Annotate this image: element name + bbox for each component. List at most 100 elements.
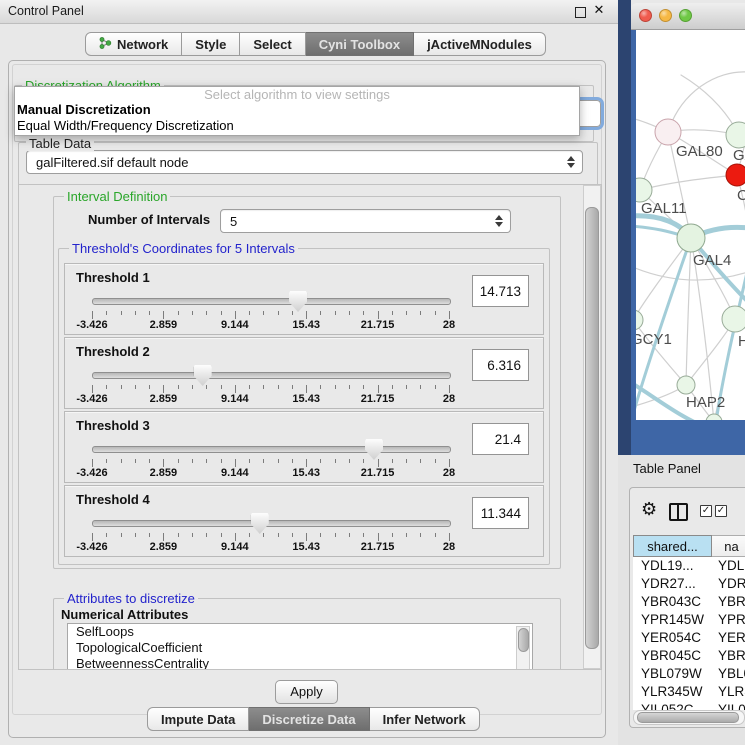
table-row[interactable]: YIL052CYIL0 bbox=[633, 702, 745, 710]
algorithm-option[interactable]: Equal Width/Frequency Discretization bbox=[15, 118, 579, 134]
network-icon bbox=[99, 36, 112, 53]
tab-impute-data[interactable]: Impute Data bbox=[147, 707, 249, 731]
axis-tick-label: 15.43 bbox=[292, 541, 320, 553]
slider-handle[interactable] bbox=[365, 439, 383, 460]
network-node-GAL4[interactable] bbox=[677, 224, 705, 252]
table-row[interactable]: YBR043CYBR0 bbox=[633, 594, 745, 612]
slider-tick bbox=[406, 459, 407, 463]
table-row[interactable]: YLR345WYLR3 bbox=[633, 684, 745, 702]
network-node-HAP2[interactable] bbox=[677, 376, 695, 394]
apply-button[interactable]: Apply bbox=[275, 680, 338, 704]
cell-name: YPR1 bbox=[718, 612, 745, 627]
node-table: shared...naYDL19...YDL1YDR27...YDR2YBR04… bbox=[633, 535, 745, 710]
close-icon[interactable]: ✕ bbox=[593, 4, 605, 16]
tab-network[interactable]: Network bbox=[85, 32, 182, 56]
slider-tick bbox=[106, 385, 107, 389]
tab-cyni-toolbox[interactable]: Cyni Toolbox bbox=[306, 32, 414, 56]
table-row[interactable]: YBL079WYBL0 bbox=[633, 666, 745, 684]
attribute-item[interactable]: BetweennessCentrality bbox=[68, 656, 532, 670]
slider-tick bbox=[221, 385, 222, 389]
attribute-item[interactable]: TopologicalCoefficient bbox=[68, 640, 532, 656]
attributes-list-scrollbar[interactable] bbox=[516, 626, 530, 670]
tab-infer-network[interactable]: Infer Network bbox=[370, 707, 480, 731]
settings-scrollbar[interactable] bbox=[583, 185, 601, 669]
gear-icon[interactable]: ⚙ bbox=[641, 500, 657, 518]
threshold-value-field[interactable]: 6.316 bbox=[472, 349, 529, 381]
slider-tick bbox=[392, 311, 393, 315]
slider-tick bbox=[278, 311, 279, 315]
attributes-list-scroll-thumb[interactable] bbox=[518, 628, 529, 652]
attribute-item[interactable]: SelfLoops bbox=[68, 624, 532, 640]
slider-tick bbox=[363, 311, 364, 315]
node-label-H-node: H bbox=[738, 333, 745, 350]
table-row[interactable]: YPR145WYPR1 bbox=[633, 612, 745, 630]
slider-tick bbox=[163, 311, 164, 319]
slider-handle[interactable] bbox=[251, 513, 269, 534]
slider-tick bbox=[335, 533, 336, 537]
algorithm-option[interactable]: Manual Discretization bbox=[15, 102, 579, 118]
slider-handle[interactable] bbox=[289, 291, 307, 312]
slider-tick bbox=[192, 311, 193, 315]
axis-tick-label: -3.426 bbox=[76, 467, 107, 479]
slider-tick bbox=[292, 385, 293, 389]
node-label-HAP2: HAP2 bbox=[686, 394, 725, 411]
column-header-2[interactable]: na bbox=[712, 535, 745, 557]
algorithm-options: Manual DiscretizationEqual Width/Frequen… bbox=[15, 102, 579, 134]
checkbox-icon[interactable]: ✓ bbox=[715, 505, 727, 517]
thresholds-group: Threshold 1-3.4262.8599.14415.4321.71528… bbox=[58, 248, 550, 565]
num-intervals-combobox[interactable]: 5 bbox=[220, 209, 511, 233]
column-header-1[interactable]: shared... bbox=[633, 535, 712, 557]
slider-tick bbox=[121, 311, 122, 315]
threshold-value-field[interactable]: 11.344 bbox=[472, 497, 529, 529]
axis-tick-label: 2.859 bbox=[150, 319, 178, 331]
table-hscroll-thumb[interactable] bbox=[637, 712, 739, 723]
close-traffic-light[interactable] bbox=[639, 9, 652, 22]
network-canvas[interactable]: GAL80GACGAL11GAL4GCY1HHAP2 bbox=[636, 30, 745, 420]
tab-style[interactable]: Style bbox=[182, 32, 240, 56]
table-row[interactable]: YBR045CYBR0 bbox=[633, 648, 745, 666]
attributes-list[interactable]: SelfLoopsTopologicalCoefficientBetweenne… bbox=[67, 623, 533, 670]
slider-track[interactable] bbox=[92, 520, 451, 527]
axis-tick-label: -3.426 bbox=[76, 393, 107, 405]
network-node-GAL80[interactable] bbox=[655, 119, 681, 145]
slider-tick bbox=[249, 311, 250, 315]
slider-tick bbox=[420, 385, 421, 389]
float-window-icon[interactable] bbox=[575, 7, 586, 18]
table-row[interactable]: YDL19...YDL1 bbox=[633, 558, 745, 576]
slider-handle[interactable] bbox=[194, 365, 212, 386]
slider-track[interactable] bbox=[92, 446, 451, 453]
network-node-GAL-top-right[interactable] bbox=[726, 122, 745, 148]
tab-discretize-data[interactable]: Discretize Data bbox=[249, 707, 369, 731]
threshold-value-field[interactable]: 21.4 bbox=[472, 423, 529, 455]
network-node-GCY1[interactable] bbox=[636, 310, 643, 330]
axis-tick-label: 2.859 bbox=[150, 541, 178, 553]
cell-name: YIL0 bbox=[718, 702, 745, 710]
network-window-titlebar[interactable] bbox=[631, 3, 745, 30]
zoom-traffic-light[interactable] bbox=[679, 9, 692, 22]
settings-scroll-thumb[interactable] bbox=[585, 207, 599, 649]
tab-jactivemnodules[interactable]: jActiveMNodules bbox=[414, 32, 546, 56]
tab-label: Select bbox=[253, 37, 291, 52]
network-node-H-node[interactable] bbox=[722, 306, 745, 332]
table-row[interactable]: YDR27...YDR2 bbox=[633, 576, 745, 594]
slider-tick bbox=[435, 533, 436, 537]
slider-tick bbox=[420, 311, 421, 315]
threshold-panel: Threshold 1-3.4262.8599.14415.4321.71528… bbox=[64, 263, 544, 335]
control-panel-title: Control Panel bbox=[8, 4, 84, 18]
checkbox-icon[interactable]: ✓ bbox=[700, 505, 712, 517]
attributes-group-title: Attributes to discretize bbox=[64, 591, 198, 606]
table-row[interactable]: YER054CYER0 bbox=[633, 630, 745, 648]
slider-tick bbox=[106, 311, 107, 315]
table-data-combobox[interactable]: galFiltered.sif default node bbox=[26, 150, 583, 174]
network-node-red-node[interactable] bbox=[726, 164, 745, 186]
slider-tick bbox=[320, 385, 321, 389]
threshold-value-field[interactable]: 14.713 bbox=[472, 275, 529, 307]
slider-tick bbox=[121, 533, 122, 537]
tab-select[interactable]: Select bbox=[240, 32, 305, 56]
slider-tick bbox=[221, 533, 222, 537]
slider-track[interactable] bbox=[92, 372, 451, 379]
slider-track[interactable] bbox=[92, 298, 451, 305]
split-columns-icon[interactable] bbox=[669, 503, 688, 521]
minimize-traffic-light[interactable] bbox=[659, 9, 672, 22]
slider-tick bbox=[349, 311, 350, 315]
